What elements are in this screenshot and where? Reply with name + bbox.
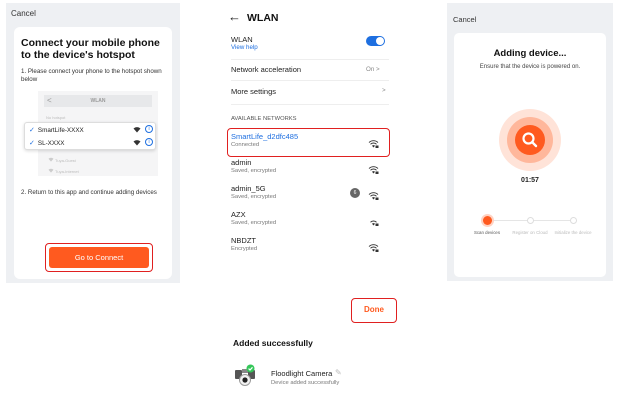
network-acceleration-value: On >	[366, 66, 380, 73]
divider	[231, 59, 389, 60]
wlan-toggle[interactable]	[366, 36, 385, 46]
search-pulse	[499, 109, 561, 171]
go-to-connect-button[interactable]: Go to Connect	[49, 247, 149, 268]
wifi-lock-icon	[368, 240, 379, 258]
chevron-right-icon: >	[376, 66, 380, 73]
wifi-lock-icon	[368, 188, 379, 206]
hotspot-screen: Cancel Connect your mobile phone to the …	[6, 3, 180, 283]
page-title: WLAN	[247, 12, 279, 24]
step-1-text: 1. Please connect your phone to the hots…	[21, 68, 162, 83]
done-button-highlight: Done	[351, 298, 397, 323]
step-label-initialize: Initialize the device	[554, 230, 592, 235]
wifi-icon	[133, 139, 141, 148]
illustration-faint-label: No hotspot	[46, 115, 66, 120]
list-item: ✓ SmartLife-XXXX i	[29, 125, 153, 138]
more-settings-row[interactable]: More settings	[231, 87, 276, 96]
step-dot-active	[483, 216, 492, 225]
illustration-row: Tuya-Internet	[48, 168, 79, 174]
hotspot-card: Connect your mobile phone to the device'…	[14, 27, 172, 279]
cancel-link[interactable]: Cancel	[11, 9, 36, 18]
network-item[interactable]: admin Saved, encrypted	[231, 158, 389, 180]
adding-device-screen: Cancel Adding device... Ensure that the …	[447, 3, 613, 281]
camera-device-icon	[234, 364, 256, 388]
wifi-icon	[133, 126, 141, 135]
countdown-timer: 01:57	[521, 177, 539, 184]
network-acceleration-row[interactable]: Network acceleration	[231, 65, 301, 74]
available-networks-title: AVAILABLE NETWORKS	[231, 116, 297, 122]
back-arrow-icon[interactable]: ←	[228, 9, 241, 24]
step-dot	[570, 217, 577, 224]
wlan-settings-screen: ← WLAN WLAN View help Network accelerati…	[227, 3, 393, 271]
wifi-lock-icon	[368, 162, 379, 180]
power-hint: Ensure that the device is powered on.	[479, 64, 581, 70]
toggle-knob	[376, 37, 384, 45]
illustration-title: WLAN	[90, 98, 106, 104]
edit-pencil-icon[interactable]: ✎	[335, 368, 342, 377]
info-icon: i	[145, 138, 153, 146]
wlan-label: WLAN	[231, 35, 253, 44]
hotspot-list: ✓ SmartLife-XXXX i ✓ SL-XXXX i	[24, 122, 156, 150]
check-icon: ✓	[29, 127, 35, 134]
network-item[interactable]: SmartLife_d2dfc485 Connected	[231, 132, 389, 154]
page-title: Adding device...	[493, 48, 567, 59]
added-successfully-title: Added successfully	[233, 338, 313, 348]
page-title: Connect your mobile phone to the device'…	[21, 37, 160, 61]
chevron-right-icon: >	[382, 87, 386, 94]
check-icon: ✓	[29, 140, 35, 147]
step-dot	[527, 217, 534, 224]
connect-button-highlight: Go to Connect	[45, 243, 153, 272]
illustration-row: Tuya-Guest	[48, 157, 76, 163]
list-item: ✓ SL-XXXX i	[29, 138, 153, 151]
network-item[interactable]: AZX Saved, encrypted	[231, 210, 389, 232]
view-help-link[interactable]: View help	[231, 44, 258, 51]
wifi6-badge-icon: 6	[350, 188, 360, 198]
network-item[interactable]: admin_5G Saved, encrypted 6	[231, 184, 389, 206]
cancel-link[interactable]: Cancel	[453, 15, 476, 24]
adding-device-card: Adding device... Ensure that the device …	[454, 33, 606, 277]
network-item[interactable]: NBDZT Encrypted	[231, 236, 389, 258]
illustration-header: < WLAN	[44, 95, 152, 107]
wifi-lock-icon	[368, 214, 379, 232]
divider	[231, 104, 389, 105]
step-2-text: 2. Return to this app and continue addin…	[21, 189, 157, 196]
wifi-lock-icon	[368, 136, 379, 154]
done-button[interactable]: Done	[352, 299, 396, 321]
info-icon: i	[145, 125, 153, 133]
device-status: Device added successfully	[271, 380, 340, 386]
device-name: Floodlight Camera	[271, 369, 333, 378]
divider	[231, 80, 389, 81]
step-label-scan: Scan devices	[473, 230, 501, 235]
wlan-illustration: < WLAN No hotspot ✓ SmartLife-XXXX i ✓ SL-…	[24, 91, 158, 176]
step-label-register: Register on Cloud	[512, 230, 548, 235]
